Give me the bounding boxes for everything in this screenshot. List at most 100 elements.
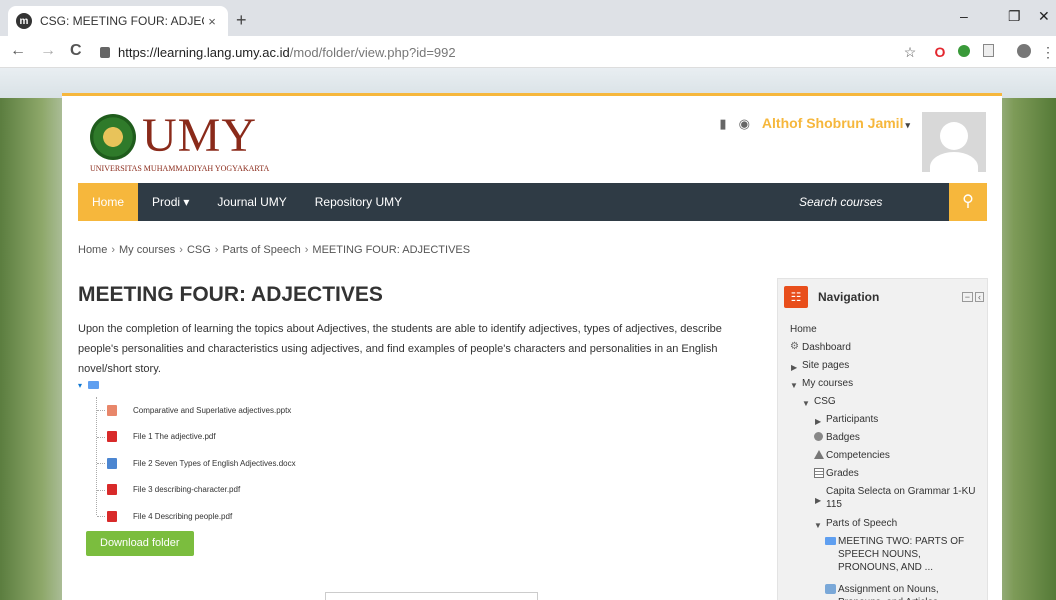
url-field[interactable]: https://learning.lang.umy.ac.id /mod/fol… (100, 40, 920, 64)
nav-tree-site-pages[interactable]: ▶ Site pages (790, 357, 980, 375)
nav-tree-competencies[interactable]: Competencies (790, 447, 980, 465)
restore-button[interactable]: ❐ (1008, 8, 1021, 25)
extension-icon[interactable] (956, 44, 972, 60)
avatar[interactable] (922, 112, 986, 172)
tab-close-icon[interactable]: × (204, 14, 220, 29)
dock-block-icon[interactable]: ‹ (975, 292, 984, 302)
breadcrumb-csg[interactable]: CSG (187, 244, 211, 256)
breadcrumb-separator: › (179, 244, 183, 256)
nav-tree-meeting-two[interactable]: MEETING TWO: PARTS OF SPEECH NOUNS, PRON… (790, 533, 980, 581)
nav-repository-umy[interactable]: Repository UMY (301, 183, 416, 221)
nav-tree-participants[interactable]: ▶ Participants (790, 411, 980, 429)
breadcrumb-current: MEETING FOUR: ADJECTIVES (312, 244, 471, 256)
profile-avatar-icon[interactable] (1016, 44, 1032, 60)
breadcrumb: Home › My courses › CSG › Parts of Speech › MEET… (78, 244, 470, 256)
address-bar-row: ← → C https://learning.lang.umy.ac.id /m… (0, 36, 1056, 68)
nav-tree-label: Assignment on Nouns, Pronouns, and Artic… (838, 584, 939, 600)
file-name: File 1 The adjective.pdf (133, 432, 216, 442)
forward-button[interactable]: → (40, 42, 56, 60)
nav-tree-label: Home (790, 324, 817, 335)
user-name[interactable]: Althof Shobrun Jamil ▾ (762, 115, 910, 131)
pdf-file-icon (107, 510, 117, 522)
nav-tree-label: Capita Selecta on Grammar 1-KU 115 (826, 486, 976, 510)
nav-tree-dashboard[interactable]: ⚙ Dashboard (790, 339, 980, 357)
folder-expand-icon[interactable]: ▾ (78, 381, 88, 390)
nav-tree-parts-of-speech[interactable]: ▼ Parts of Speech (790, 515, 980, 533)
logo-text: UMY (142, 109, 258, 162)
lock-icon (100, 46, 110, 58)
nav-tree-grades[interactable]: Grades (790, 465, 980, 483)
file-item[interactable]: Comparative and Superlative adjectives.p… (97, 397, 296, 424)
nav-tree-csg[interactable]: ▼ CSG (790, 393, 980, 411)
folder-tree: ▾ Comparative and Superlative adjectives… (78, 379, 478, 522)
breadcrumb-my-courses[interactable]: My courses (119, 244, 175, 256)
file-name: Comparative and Superlative adjectives.p… (133, 405, 292, 415)
folder-root[interactable]: ▾ (78, 379, 478, 391)
user-name-text: Althof Shobrun Jamil (761, 115, 904, 131)
download-folder-button[interactable]: Download folder (86, 531, 194, 556)
nav-home[interactable]: Home (78, 183, 139, 221)
nav-tree-home[interactable]: Home (790, 321, 980, 339)
file-list: Comparative and Superlative adjectives.p… (96, 397, 296, 522)
navigation-tree: Home ⚙ Dashboard ▶ Site pages ▼ My courses … (790, 321, 980, 600)
nav-tree-label: My courses (802, 378, 854, 389)
caret-down-icon: ▼ (802, 399, 810, 408)
avatar-body (930, 152, 978, 172)
dashboard-icon: ⚙ (790, 341, 799, 352)
reload-button[interactable]: C (70, 42, 82, 60)
main-content: MEETING FOUR: ADJECTIVES Upon the comple… (78, 283, 758, 600)
docx-file-icon (107, 457, 117, 469)
back-button[interactable]: ← (10, 42, 26, 60)
badge-icon (814, 432, 823, 441)
minimize-button[interactable]: – (960, 8, 968, 24)
file-item[interactable]: File 1 The adjective.pdf (97, 424, 296, 451)
main-navbar: Home Prodi ▾ Journal UMY Repository UMY … (78, 183, 987, 221)
menu-kebab-icon[interactable]: ⋮ (1040, 44, 1056, 60)
sitemap-icon: ☷ (784, 286, 808, 308)
assignment-icon (825, 584, 836, 594)
umy-seal-icon (90, 114, 136, 160)
caret-right-icon: ▶ (815, 496, 822, 505)
navigation-block-header: ☷ Navigation − ‹ (784, 285, 984, 309)
nav-tree-label: Site pages (802, 360, 850, 371)
search-icon[interactable]: ⚲ (949, 183, 987, 221)
pdf-file-icon (107, 484, 117, 496)
page-extension-icon[interactable] (980, 44, 996, 60)
page-title: MEETING FOUR: ADJECTIVES (78, 283, 383, 306)
nav-tree-my-courses[interactable]: ▼ My courses (790, 375, 980, 393)
url-host: https://learning.lang.umy.ac.id (118, 44, 290, 60)
nav-tree-label: MEETING TWO: PARTS OF SPEECH NOUNS, PRON… (838, 536, 965, 573)
search-courses-input[interactable]: Search courses (789, 183, 949, 221)
window-close-button[interactable]: ✕ (1038, 8, 1050, 25)
breadcrumb-home[interactable]: Home (78, 244, 107, 256)
opera-extension-icon[interactable]: O (932, 44, 948, 60)
file-item[interactable]: File 3 describing-character.pdf (97, 477, 296, 504)
caret-right-icon: ▶ (815, 417, 822, 426)
nav-journal-umy[interactable]: Journal UMY (203, 183, 300, 221)
breadcrumb-separator: › (111, 244, 116, 256)
nav-tree-label: Grades (826, 468, 859, 479)
nav-tree-label: Participants (826, 414, 879, 425)
nav-tree-badges[interactable]: Badges (790, 429, 980, 447)
breadcrumb-parts-of-speech[interactable]: Parts of Speech (222, 244, 300, 256)
file-item[interactable]: File 2 Seven Types of English Adjectives… (97, 450, 296, 477)
notifications-bell-icon[interactable]: ◉ (739, 116, 750, 132)
folder-icon (88, 381, 99, 389)
nav-prodi[interactable]: Prodi ▾ (138, 183, 203, 221)
new-tab-button[interactable]: + (236, 10, 247, 31)
page-description: Upon the completion of learning the topi… (78, 323, 722, 375)
nav-tree-assignment[interactable]: Assignment on Nouns, Pronouns, and Artic… (790, 581, 980, 600)
file-item[interactable]: File 4 Describing people.pdf (97, 503, 296, 530)
nav-tree-capita-selecta[interactable]: ▶ Capita Selecta on Grammar 1-KU 115 (790, 483, 980, 515)
page-viewport: UMY UNIVERSITAS MUHAMMADIYAH YOGYAKARTA … (0, 68, 1056, 600)
file-name: File 4 Describing people.pdf (133, 511, 233, 521)
messages-icon[interactable]: ▮ (719, 116, 726, 132)
page-card: UMY UNIVERSITAS MUHAMMADIYAH YOGYAKARTA … (62, 93, 1002, 600)
bookmark-star-icon[interactable]: ☆ (902, 44, 918, 60)
collapse-block-icon[interactable]: − (961, 292, 973, 302)
nav-tree-label: CSG (814, 396, 836, 407)
grades-icon (814, 468, 824, 478)
avatar-head (940, 122, 968, 150)
file-name: File 3 describing-character.pdf (133, 485, 241, 495)
browser-tab[interactable]: m CSG: MEETING FOUR: ADJECTIVE × (8, 6, 228, 36)
